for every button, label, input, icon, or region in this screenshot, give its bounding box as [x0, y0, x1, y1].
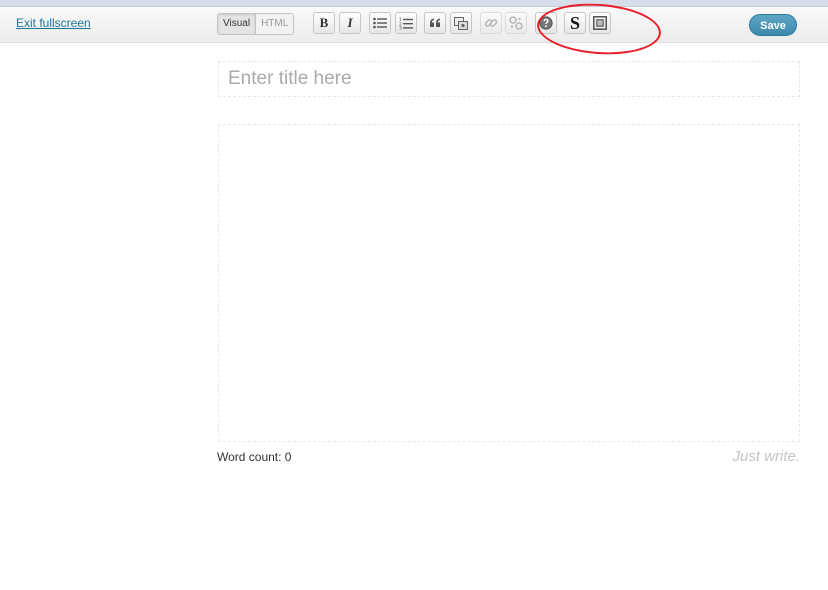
help-button[interactable] — [535, 12, 557, 34]
post-title-input[interactable] — [218, 61, 800, 97]
unlink-button[interactable] — [505, 12, 527, 34]
just-write-tagline: Just write. — [732, 448, 800, 465]
word-count: Word count: 0 — [217, 450, 292, 464]
frame-icon — [593, 16, 607, 30]
save-button[interactable]: Save — [749, 14, 797, 36]
exit-fullscreen-link[interactable]: Exit fullscreen — [16, 16, 91, 30]
bullet-list-button[interactable] — [369, 12, 391, 34]
s-button[interactable]: S — [564, 12, 586, 34]
link-icon — [484, 19, 498, 27]
bullet-list-icon — [373, 17, 387, 29]
italic-label: I — [347, 15, 353, 30]
italic-button[interactable]: I — [339, 12, 361, 34]
bold-label: B — [319, 15, 329, 30]
tab-visual[interactable]: Visual — [218, 14, 257, 34]
blockquote-icon — [430, 18, 440, 27]
unlink-icon — [509, 16, 523, 30]
tab-html[interactable]: HTML — [256, 14, 294, 34]
numbered-list-button[interactable]: 1 2 3 — [395, 12, 417, 34]
bold-button[interactable]: B — [313, 12, 335, 34]
insert-media-button[interactable] — [450, 12, 472, 34]
svg-text:3: 3 — [399, 25, 402, 29]
insert-link-button[interactable] — [480, 12, 502, 34]
media-icon — [454, 16, 468, 30]
help-icon — [539, 16, 553, 30]
frame-button[interactable] — [589, 12, 611, 34]
numbered-list-icon: 1 2 3 — [399, 17, 413, 30]
s-icon: S — [569, 13, 580, 33]
fullscreen-toolbar: Exit fullscreen Visual HTML B I 1 2 3 S … — [0, 7, 828, 43]
post-content-editor[interactable] — [218, 124, 800, 442]
top-strip — [0, 0, 828, 7]
editor-mode-switch: Visual HTML — [217, 13, 295, 35]
blockquote-button[interactable] — [424, 12, 446, 34]
